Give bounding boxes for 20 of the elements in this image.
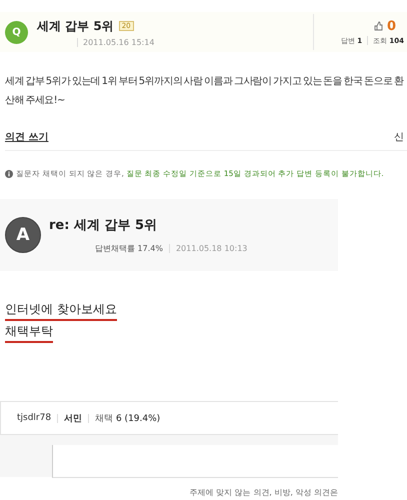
q-avatar: Q <box>5 20 28 44</box>
answer-text: 채택부탁 <box>5 323 53 343</box>
adoption-rate: 답변채택률 17.4% <box>95 242 163 254</box>
question-date: 2011.05.16 15:14 <box>83 38 154 46</box>
report-link[interactable]: 신 <box>394 130 404 144</box>
question-body: 세계 갑부 5위가 있는데 1위 부터 5위까지의 사람 이름과 그사람이 가지고 있는 돈을 한국 돈으로 환산해 주세요!~ <box>5 75 405 108</box>
user-rank: 서민 <box>64 412 82 424</box>
a-avatar: A <box>5 217 41 253</box>
thumbs-up-icon[interactable] <box>374 21 383 31</box>
write-opinion-link[interactable]: 의견 쓰기 <box>5 130 48 144</box>
username[interactable]: tjsdlr78 <box>17 413 52 423</box>
adoption-stat: 채택 6 (19.4%) <box>95 412 160 424</box>
comment-notice: 주제에 맞지 않는 의견, 비방, 악성 의견은 <box>188 487 338 498</box>
answer-date: 2011.05.18 10:13 <box>176 244 248 252</box>
recommend-count: 0 <box>386 18 396 34</box>
info-icon <box>5 170 13 178</box>
comment-field[interactable] <box>52 445 338 478</box>
answer-title: re: 세계 갑부 5위 <box>49 217 158 234</box>
answer-text: 인터넷에 찾아보세요 <box>5 301 117 321</box>
question-title: 세계 갑부 5위 <box>37 18 114 34</box>
